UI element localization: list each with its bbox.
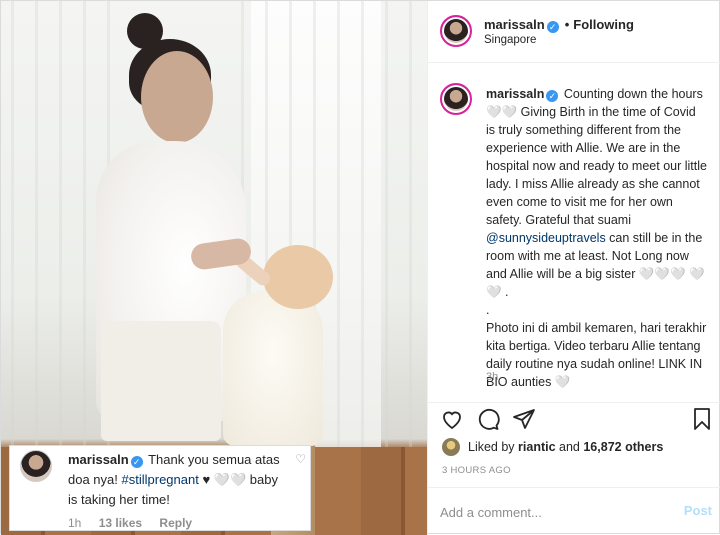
author-line: marissaln ✓ • Following xyxy=(484,17,634,33)
verified-badge-icon: ✓ xyxy=(546,90,559,102)
comment-hashtag[interactable]: #stillpregnant xyxy=(122,472,199,487)
paper-plane-icon[interactable] xyxy=(512,407,536,431)
liked-by-user[interactable]: riantic xyxy=(518,440,556,454)
post-photo[interactable]: marissaln ✓ Thank you semua atas doa nya!… xyxy=(1,1,427,535)
comment-icon[interactable] xyxy=(476,407,500,431)
post-header: marissaln ✓ • Following Singapore xyxy=(428,1,720,63)
comment-meta: 1h 13 likes Reply xyxy=(68,516,206,530)
comment-text: marissaln ✓ Thank you semua atas doa nya!… xyxy=(68,450,283,510)
comment-avatar[interactable] xyxy=(20,450,52,482)
add-comment-bar: Post xyxy=(428,487,720,535)
verified-badge-icon: ✓ xyxy=(130,456,143,468)
verified-badge-icon: ✓ xyxy=(546,21,559,33)
comment-time: 1h xyxy=(68,516,82,530)
post-side-panel: marissaln ✓ • Following Singapore marissaln… xyxy=(427,1,720,535)
woman-face xyxy=(141,51,213,143)
woman-skirt xyxy=(101,321,221,441)
likes-text: Liked by riantic and 16,872 others xyxy=(468,440,663,454)
caption-username[interactable]: marissaln xyxy=(486,87,544,101)
toddler-lace-dress xyxy=(223,291,323,446)
toddler-head xyxy=(263,245,333,309)
comment-reply-button[interactable]: Reply xyxy=(159,516,192,530)
caption-body-pre: Counting down the hours 🤍🤍 Giving Birth … xyxy=(486,87,707,227)
highlighted-comment: marissaln ✓ Thank you semua atas doa nya!… xyxy=(9,445,311,531)
bookmark-icon[interactable] xyxy=(690,407,714,431)
caption-text: marissaln ✓ Counting down the hours 🤍🤍 Gi… xyxy=(486,85,708,391)
heart-icon[interactable] xyxy=(440,407,464,431)
liked-by-middle: and xyxy=(555,440,584,454)
action-bar xyxy=(428,403,720,435)
caption-time: 3h xyxy=(486,371,499,383)
separator-dot: • xyxy=(564,17,570,32)
comment-username[interactable]: marissaln xyxy=(68,452,129,467)
post-timestamp[interactable]: 3 HOURS AGO xyxy=(442,465,511,476)
caption-body-post: can still be in the room with me at leas… xyxy=(486,231,707,389)
comment-likes[interactable]: 13 likes xyxy=(99,516,142,530)
instagram-post-window: marissaln ✓ Thank you semua atas doa nya!… xyxy=(0,0,720,535)
caption-avatar[interactable] xyxy=(440,83,472,115)
comment-like-heart-icon[interactable]: ♡ xyxy=(295,452,306,466)
post-comment-button[interactable]: Post xyxy=(684,503,712,518)
author-username[interactable]: marissaln xyxy=(484,17,545,32)
liker-avatar[interactable] xyxy=(442,438,460,456)
liked-by-prefix: Liked by xyxy=(468,440,519,454)
post-location[interactable]: Singapore xyxy=(484,34,536,46)
author-avatar[interactable] xyxy=(440,15,472,47)
liked-by-count[interactable]: 16,872 others xyxy=(583,440,663,454)
following-button[interactable]: Following xyxy=(573,17,634,32)
caption-section: marissaln ✓ Counting down the hours 🤍🤍 Gi… xyxy=(428,63,720,403)
comment-input[interactable] xyxy=(440,502,670,522)
caption-mention-link[interactable]: @sunnysideuptravels xyxy=(486,231,606,245)
